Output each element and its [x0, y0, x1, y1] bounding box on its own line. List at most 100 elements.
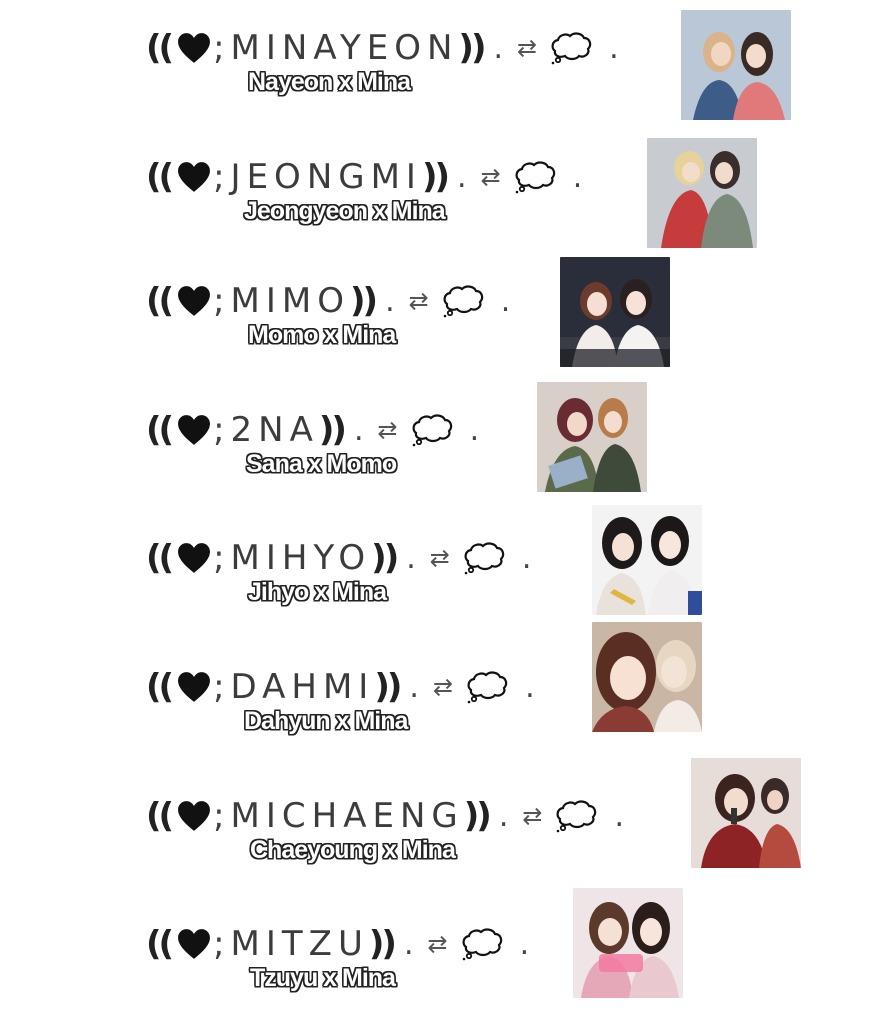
pair-caption: Jihyo x Mina: [248, 578, 387, 606]
dot: .: [500, 283, 511, 319]
swap-arrows-icon: ⇄: [377, 416, 398, 444]
heart-icon: [178, 162, 211, 192]
thought-bubble-icon: [515, 161, 555, 194]
photo-illustration: [560, 257, 670, 367]
heart-icon: [178, 543, 211, 573]
swap-arrows-icon: ⇄: [517, 34, 538, 62]
dot: .: [519, 926, 530, 962]
list-item: (( ; DAHMI )) . ⇄ . Dahyun x Mina: [0, 622, 876, 765]
thought-bubble-icon: [462, 928, 502, 961]
close-parens: )): [371, 538, 399, 578]
ship-title: (( ; MITZU )) . ⇄ .: [146, 924, 529, 964]
pair-caption: Momo x Mina: [248, 321, 396, 349]
ship-name: MIMO: [230, 281, 351, 321]
photo-illustration: [537, 382, 647, 492]
ship-name: 2NA: [230, 410, 319, 450]
close-parens: )): [350, 281, 378, 321]
dot: .: [609, 30, 619, 66]
thought-bubble-icon: [464, 542, 505, 575]
open-parens: ((: [146, 796, 174, 836]
swap-arrows-icon: ⇄: [408, 287, 429, 315]
heart-icon: [178, 929, 211, 959]
ship-name: MINAYEON: [230, 28, 459, 68]
open-parens: ((: [146, 924, 174, 964]
pair-caption: Jeongyeon x Mina: [244, 197, 446, 225]
dot: .: [614, 798, 625, 834]
pair-caption: Dahyun x Mina: [244, 707, 408, 735]
ship-title: (( ; 2NA )) . ⇄ .: [146, 410, 479, 450]
close-parens: )): [458, 28, 486, 68]
open-parens: ((: [146, 281, 174, 321]
list-item: (( ; MICHAENG )) . ⇄ . Chaeyoung x Mina: [0, 758, 876, 894]
close-parens: )): [421, 157, 450, 197]
list-item: (( ; MINAYEON )) . ⇄ . Nayeon x Mina: [0, 6, 876, 126]
dot: .: [385, 283, 395, 319]
ship-name: MITZU: [230, 924, 369, 964]
list-item: (( ; MIHYO )) . ⇄ . Jihyo x Mina: [0, 505, 876, 636]
ship-name: JEONGMI: [230, 157, 422, 197]
pair-photo: [537, 382, 647, 492]
pair-photo: [691, 758, 801, 868]
ship-title: (( ; JEONGMI )) . ⇄ .: [146, 157, 582, 197]
photo-illustration: [691, 758, 801, 868]
photo-illustration: [592, 622, 702, 732]
open-parens: ((: [146, 538, 174, 578]
ship-name: MIHYO: [230, 538, 372, 578]
thought-bubble-icon: [412, 414, 452, 447]
list-item: (( ; JEONGMI )) . ⇄ . Jeongyeon x Mina: [0, 135, 876, 255]
close-parens: )): [374, 667, 402, 707]
ship-title: (( ; MINAYEON )) . ⇄ .: [146, 28, 619, 68]
list-item: (( ; MITZU )) . ⇄ . Tzuyu x Mina: [0, 888, 876, 1022]
photo-illustration: [573, 888, 683, 998]
pair-caption: Tzuyu x Mina: [250, 964, 396, 992]
pair-caption: Chaeyoung x Mina: [250, 836, 456, 864]
heart-icon: [178, 286, 211, 316]
dot: .: [469, 412, 480, 448]
dot: .: [403, 926, 414, 962]
semicolon: ;: [213, 924, 225, 964]
ship-title: (( ; DAHMI )) . ⇄ .: [146, 667, 535, 707]
pair-caption: Sana x Momo: [246, 450, 397, 478]
dot: .: [498, 798, 509, 834]
dot: .: [525, 669, 535, 705]
heart-icon: [178, 801, 211, 831]
heart-icon: [178, 33, 211, 63]
swap-arrows-icon: ⇄: [432, 673, 454, 701]
thought-bubble-icon: [556, 800, 597, 833]
pair-photo: [560, 257, 670, 367]
ship-title: (( ; MIMO )) . ⇄ .: [146, 281, 510, 321]
pair-photo: [573, 888, 683, 998]
ship-name: MICHAENG: [230, 796, 464, 836]
thought-bubble-icon: [467, 671, 508, 704]
dot: .: [457, 159, 467, 195]
list-item: (( ; 2NA )) . ⇄ . Sana x Momo: [0, 382, 876, 508]
photo-illustration: [592, 505, 702, 615]
swap-arrows-icon: ⇄: [427, 930, 448, 958]
ship-title: (( ; MIHYO )) . ⇄ .: [146, 538, 531, 578]
open-parens: ((: [146, 667, 174, 707]
pair-photo: [681, 10, 791, 120]
close-parens: )): [318, 410, 347, 450]
heart-icon: [178, 672, 211, 702]
pair-photo: [592, 505, 702, 615]
close-parens: )): [368, 924, 397, 964]
swap-arrows-icon: ⇄: [522, 802, 543, 830]
dot: .: [406, 540, 416, 576]
open-parens: ((: [146, 28, 174, 68]
semicolon: ;: [213, 28, 225, 68]
pair-photo: [592, 622, 702, 732]
pair-caption: Nayeon x Mina: [248, 68, 411, 96]
semicolon: ;: [213, 538, 225, 578]
heart-icon: [178, 415, 211, 445]
dot: .: [409, 669, 419, 705]
list-item: (( ; MIMO )) . ⇄ . Momo x Mina: [0, 257, 876, 379]
photo-illustration: [681, 10, 791, 120]
semicolon: ;: [213, 796, 225, 836]
thought-bubble-icon: [551, 32, 592, 65]
open-parens: ((: [146, 157, 174, 197]
open-parens: ((: [146, 410, 174, 450]
semicolon: ;: [213, 667, 225, 707]
semicolon: ;: [213, 410, 225, 450]
close-parens: )): [463, 796, 492, 836]
thought-bubble-icon: [443, 285, 483, 318]
